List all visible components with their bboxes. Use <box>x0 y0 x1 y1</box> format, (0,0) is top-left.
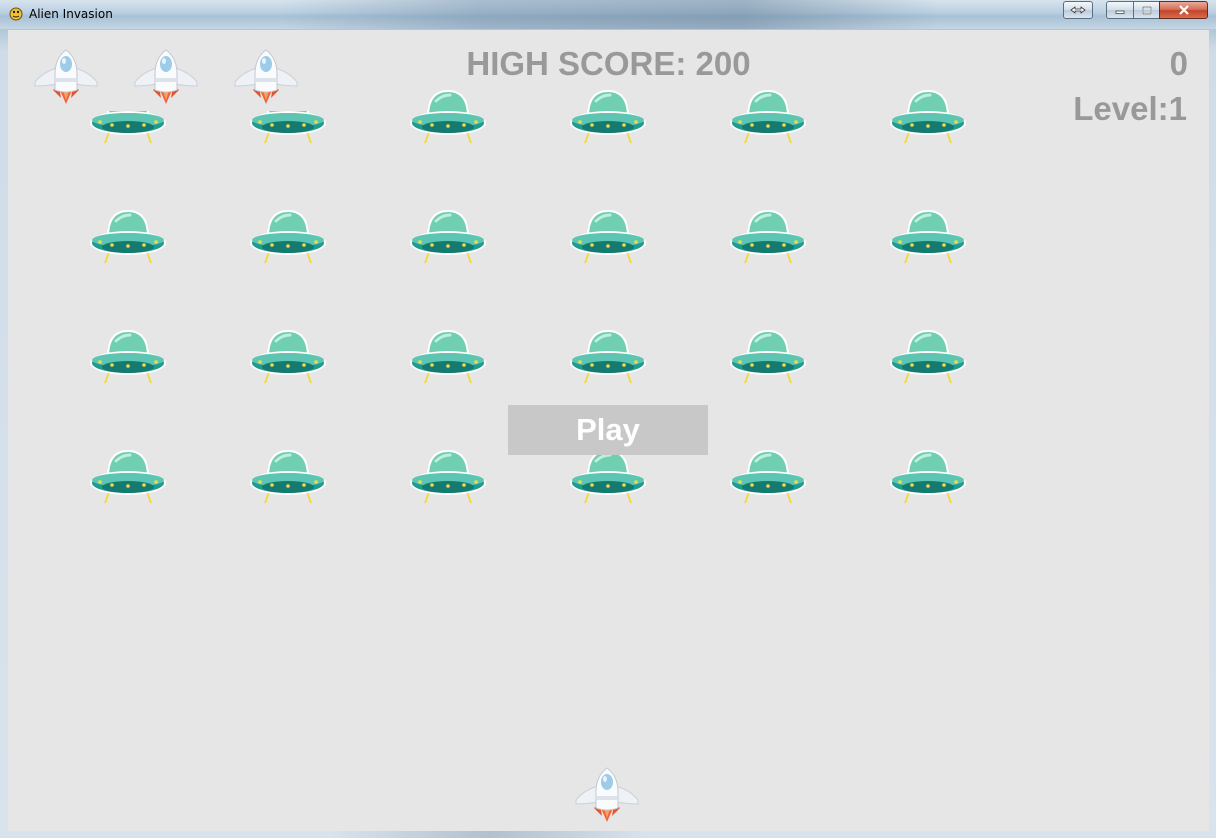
play-button-label: Play <box>576 412 640 447</box>
ufo-icon <box>888 87 968 147</box>
ufo-icon <box>88 207 168 267</box>
ufo-icon <box>888 327 968 387</box>
level: Level:1 <box>1073 90 1187 127</box>
ufo-icon <box>728 87 808 147</box>
ufo-icon <box>408 207 488 267</box>
close-button[interactable] <box>1159 1 1208 19</box>
ufo-icon <box>568 87 648 147</box>
high-score: HIGH SCORE: 200 <box>466 45 751 82</box>
ufo-icon <box>888 447 968 507</box>
maximize-button[interactable] <box>1133 1 1160 19</box>
game-canvas[interactable]: HIGH SCORE: 200 0 Level:1 Play <box>8 30 1209 831</box>
ufo-icon <box>728 447 808 507</box>
ufo-icon <box>248 207 328 267</box>
player-ship-icon <box>574 766 640 822</box>
window-title: Alien Invasion <box>29 7 113 21</box>
title-bar-background <box>280 0 940 29</box>
ufo-icon <box>408 87 488 147</box>
title-bar[interactable]: Alien Invasion <box>0 0 1216 29</box>
ufo-icon <box>88 447 168 507</box>
maximize-icon <box>1141 5 1152 15</box>
ufo-icon <box>248 327 328 387</box>
ufo-icon <box>408 327 488 387</box>
ufo-icon <box>728 327 808 387</box>
ufo-icon <box>568 207 648 267</box>
ufo-icon <box>408 447 488 507</box>
play-button[interactable]: Play <box>508 405 708 455</box>
ufo-icon <box>88 327 168 387</box>
ufo-icon <box>248 447 328 507</box>
close-icon <box>1178 5 1189 15</box>
ufo-icon <box>568 447 648 507</box>
minimize-icon <box>1115 10 1125 14</box>
ufo-icon <box>888 207 968 267</box>
resize-icon <box>1070 6 1086 14</box>
app-window: Alien Invasion HIGH SCORE: 200 0 Level:1… <box>0 0 1216 838</box>
ufo-icon <box>728 207 808 267</box>
resize-button[interactable] <box>1063 1 1093 19</box>
taskbar-edge <box>330 831 650 838</box>
minimize-button[interactable] <box>1106 1 1134 19</box>
score: 0 <box>1169 45 1188 82</box>
ufo-icon <box>568 327 648 387</box>
pygame-snake-icon <box>9 7 23 21</box>
